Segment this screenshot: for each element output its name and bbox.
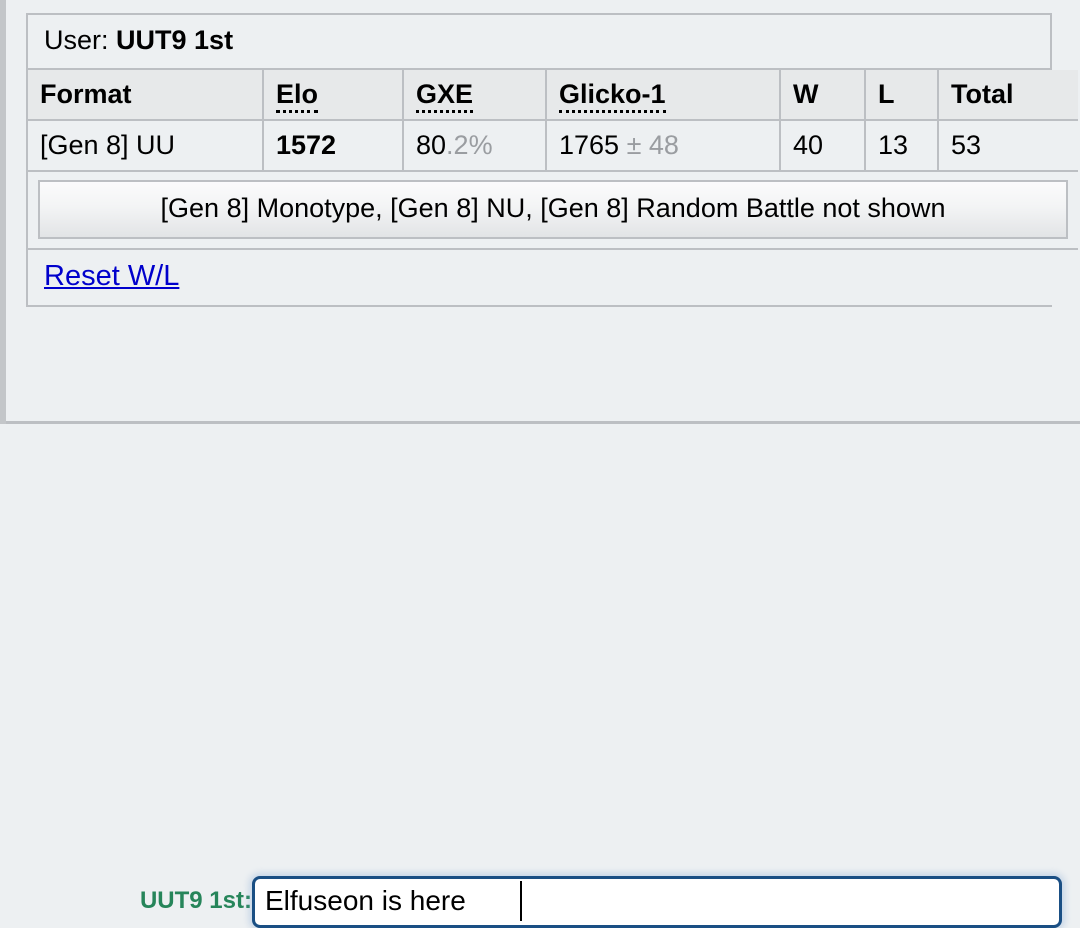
cell-losses: 13 (865, 120, 939, 172)
cell-wins: 40 (780, 120, 866, 172)
column-header-format: Format (28, 70, 264, 121)
notice-row: [Gen 8] Monotype, [Gen 8] NU, [Gen 8] Ra… (28, 171, 1078, 250)
cell-total-value: 53 (951, 130, 982, 160)
cell-format: [Gen 8] UU (28, 120, 264, 172)
column-header-gxe-label[interactable]: GXE (416, 79, 474, 113)
cell-glicko-deviation: ± 48 (626, 130, 679, 160)
cell-glicko: 1765 ± 48 (546, 120, 781, 172)
notice-cell: [Gen 8] Monotype, [Gen 8] NU, [Gen 8] Ra… (28, 171, 1078, 250)
reset-wl-link[interactable]: Reset W/L (44, 260, 179, 292)
cell-glicko-value: 1765 (559, 130, 620, 160)
chat-username-label: UUT9 1st: (139, 887, 252, 914)
column-header-glicko-label[interactable]: Glicko-1 (559, 79, 666, 113)
cell-elo-value: 1572 (276, 130, 337, 160)
chat-message-input[interactable] (252, 876, 1062, 928)
reset-cell: Reset W/L (28, 248, 1078, 305)
cell-wins-value: 40 (793, 130, 824, 160)
user-header-username: UUT9 1st (116, 25, 234, 55)
column-header-losses: L (865, 70, 939, 121)
column-header-elo[interactable]: Elo (263, 70, 404, 121)
text-caret (520, 881, 522, 921)
table-header-row: Format Elo GXE Glicko-1 W L Total (28, 70, 1078, 121)
column-header-total-label: Total (951, 79, 1014, 109)
column-header-total: Total (938, 70, 1078, 121)
user-header-label: User: (44, 25, 109, 55)
cell-gxe-value: 80 (416, 130, 447, 160)
column-header-wins-label: W (793, 79, 819, 109)
column-header-elo-label[interactable]: Elo (276, 79, 319, 113)
column-header-wins: W (780, 70, 866, 121)
formats-not-shown-button[interactable]: [Gen 8] Monotype, [Gen 8] NU, [Gen 8] Ra… (38, 180, 1068, 239)
cell-gxe-decimal: .2% (446, 130, 493, 160)
user-ratings-panel: User: UUT9 1st Format Elo GXE Glicko-1 W… (26, 13, 1078, 307)
chat-input-row: UUT9 1st: (0, 424, 1080, 928)
column-header-glicko[interactable]: Glicko-1 (546, 70, 781, 121)
user-header: User: UUT9 1st (28, 15, 1050, 70)
cell-elo: 1572 (263, 120, 404, 172)
cell-losses-value: 13 (878, 130, 909, 160)
column-header-gxe[interactable]: GXE (403, 70, 547, 121)
cell-gxe: 80.2% (403, 120, 547, 172)
ratings-table: Format Elo GXE Glicko-1 W L Total [Gen 8… (28, 70, 1078, 305)
cell-format-value: [Gen 8] UU (40, 130, 176, 160)
reset-row: Reset W/L (28, 248, 1078, 305)
column-header-losses-label: L (878, 79, 895, 109)
column-header-format-label: Format (40, 79, 132, 109)
table-row: [Gen 8] UU 1572 80.2% 1765 ± 48 40 13 53 (28, 120, 1078, 172)
cell-total: 53 (938, 120, 1078, 172)
